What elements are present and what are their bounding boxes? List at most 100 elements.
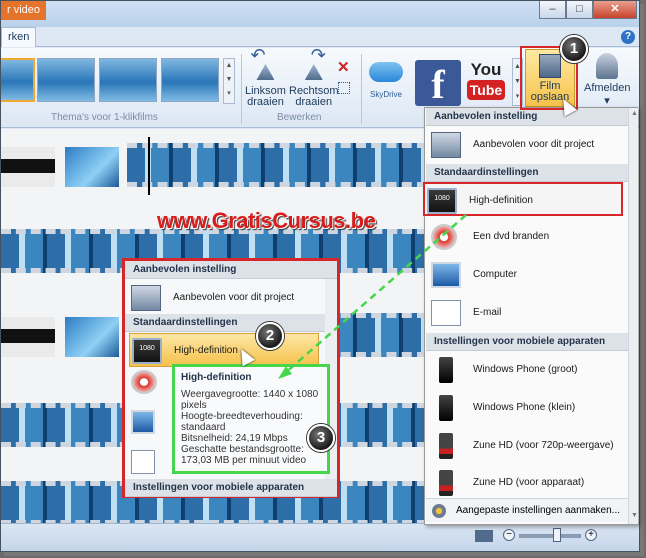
tooltip-title: High-definition [181, 372, 252, 383]
menu-item-label: Windows Phone (klein) [473, 402, 576, 413]
theme-thumbnail[interactable] [37, 58, 95, 102]
zoom-slider-knob[interactable] [553, 528, 561, 542]
custom-settings-item[interactable]: Aangepaste instellingen aanmaken... [426, 498, 636, 522]
skydrive-label: SkyDrive [369, 90, 402, 99]
tooltip-line: Bitsnelheid: 24,19 Mbps [181, 433, 288, 444]
custom-settings-label: Aangepaste instellingen aanmaken... [456, 505, 621, 516]
film-save-menu: Aanbevolen instelling Aanbevolen voor di… [423, 107, 638, 525]
recommended-icon [131, 285, 161, 311]
rotate-right-button[interactable]: Rechtsom draaien [289, 50, 339, 108]
email-icon [131, 450, 155, 474]
watermark: www.GratisCursus.be [157, 208, 376, 233]
clip-thumbnail[interactable] [65, 317, 119, 357]
step-badge-3: 3 [307, 424, 335, 452]
step-badge-2: 2 [256, 322, 284, 350]
rotate-left-icon [250, 50, 280, 82]
hd-monitor-icon: 1080 [132, 338, 162, 364]
remove-icon[interactable]: ✕ [337, 58, 350, 76]
menu-item-windows-phone-small[interactable]: Windows Phone (klein) [429, 391, 633, 425]
computer-icon [431, 262, 461, 288]
minimize-button[interactable]: – [539, 1, 566, 19]
youtube-label-bottom: Tube [467, 80, 505, 100]
playhead[interactable] [148, 137, 150, 195]
help-icon[interactable]: ? [621, 30, 635, 44]
group-divider [361, 54, 362, 124]
status-bar: − + [1, 523, 639, 551]
menu-item-dvd[interactable]: Een dvd branden [429, 220, 633, 254]
zune-icon [439, 433, 453, 459]
step-badge-1: 1 [560, 35, 588, 63]
dvd-icon [131, 370, 157, 394]
title-bar: r video – □ ✕ [1, 1, 639, 27]
storyboard-view-icon[interactable] [475, 530, 493, 542]
computer-icon [131, 410, 155, 434]
menu-item-label: Zune HD (voor apparaat) [473, 477, 585, 488]
select-all-icon[interactable] [338, 82, 350, 94]
tooltip-line: 173,03 MB per minuut video [181, 455, 307, 466]
menu-item-label: Zune HD (voor 720p-weergave) [473, 440, 614, 451]
menu-item-label: Aanbevolen voor dit project [473, 139, 595, 150]
menu-item-label: Aanbevolen voor dit project [173, 292, 295, 303]
close-button[interactable]: ✕ [593, 1, 637, 19]
menu-item-label: High-definition [469, 195, 533, 206]
callout-item-recommended[interactable]: Aanbevolen voor dit project [129, 281, 319, 315]
menu-header-recommended: Aanbevolen instelling [426, 108, 636, 126]
tooltip-line: Hoogte-breedteverhouding: [181, 411, 303, 422]
user-icon [596, 53, 618, 79]
menu-item-label: High-definition [174, 345, 238, 356]
menu-item-computer[interactable]: Computer [429, 258, 633, 292]
tooltip-line: Weergavegrootte: 1440 x 1080 [181, 389, 319, 400]
facebook-button[interactable]: f [415, 60, 461, 107]
youtube-button[interactable]: You Tube [467, 60, 505, 106]
skydrive-cloud-icon [369, 62, 403, 82]
tab-edit[interactable]: rken [1, 27, 37, 47]
menu-item-zune-720p[interactable]: Zune HD (voor 720p-weergave) [429, 429, 633, 463]
email-icon [431, 300, 461, 326]
menu-item-label: Windows Phone (groot) [473, 364, 578, 375]
callout-item-high-definition[interactable]: 1080 High-definition [129, 333, 319, 367]
skydrive-button[interactable]: SkyDrive [367, 60, 405, 110]
rotate-left-button[interactable]: Linksom draaien [245, 50, 286, 108]
theme-thumbnail[interactable] [1, 58, 35, 102]
menu-scrollbar[interactable]: ▲ ▼ [628, 108, 638, 524]
tooltip-line: standaard [181, 422, 226, 433]
menu-item-email[interactable]: E-mail [429, 296, 633, 330]
theme-thumbnail[interactable] [99, 58, 157, 102]
maximize-button[interactable]: □ [566, 1, 593, 19]
clip-filmstrip[interactable] [127, 143, 427, 187]
tooltip-line: pixels [181, 400, 207, 411]
hd-tooltip: High-definition Weergavegrootte: 1440 x … [172, 364, 330, 474]
menu-item-zune-device[interactable]: Zune HD (voor apparaat) [429, 466, 633, 500]
menu-item-high-definition[interactable]: 1080 High-definition [423, 182, 623, 216]
zoom-out-button[interactable]: − [503, 529, 515, 541]
zoom-slider[interactable] [519, 534, 581, 538]
sign-out-label: Afmelden [584, 82, 631, 94]
rotate-left-label-2: draaien [247, 96, 284, 108]
phone-icon [439, 395, 453, 421]
ribbon-tabs: rken ? [1, 27, 639, 47]
group-divider [241, 54, 242, 124]
menu-item-recommended[interactable]: Aanbevolen voor dit project [429, 128, 633, 162]
menu-header-standard: Standaardinstellingen [426, 164, 636, 182]
zoom-in-button[interactable]: + [585, 529, 597, 541]
tooltip-line: Geschatte bestandsgrootte: [181, 444, 304, 455]
clip-thumbnail[interactable] [1, 317, 55, 357]
theme-thumbnail[interactable] [161, 58, 219, 102]
dvd-icon [431, 224, 457, 250]
callout-header-standard: Standaardinstellingen [125, 314, 337, 332]
gear-icon [432, 504, 446, 518]
window-title: r video [1, 1, 47, 20]
rotate-right-icon [299, 50, 329, 82]
callout-side-icons [131, 370, 157, 490]
sign-out-button[interactable]: Afmelden ▾ [584, 53, 630, 107]
chevron-down-icon: ▾ [604, 95, 610, 107]
menu-item-windows-phone-large[interactable]: Windows Phone (groot) [429, 353, 633, 387]
youtube-label-top: You [470, 60, 502, 79]
menu-item-label: Een dvd branden [473, 231, 550, 242]
edit-group-label: Bewerken [277, 112, 322, 123]
themes-scroll[interactable]: ▲ ▼ ▾ [223, 58, 235, 104]
recommended-icon [431, 132, 461, 158]
zune-icon [439, 470, 453, 496]
clip-thumbnail[interactable] [65, 147, 119, 187]
clip-thumbnail[interactable] [1, 147, 55, 187]
